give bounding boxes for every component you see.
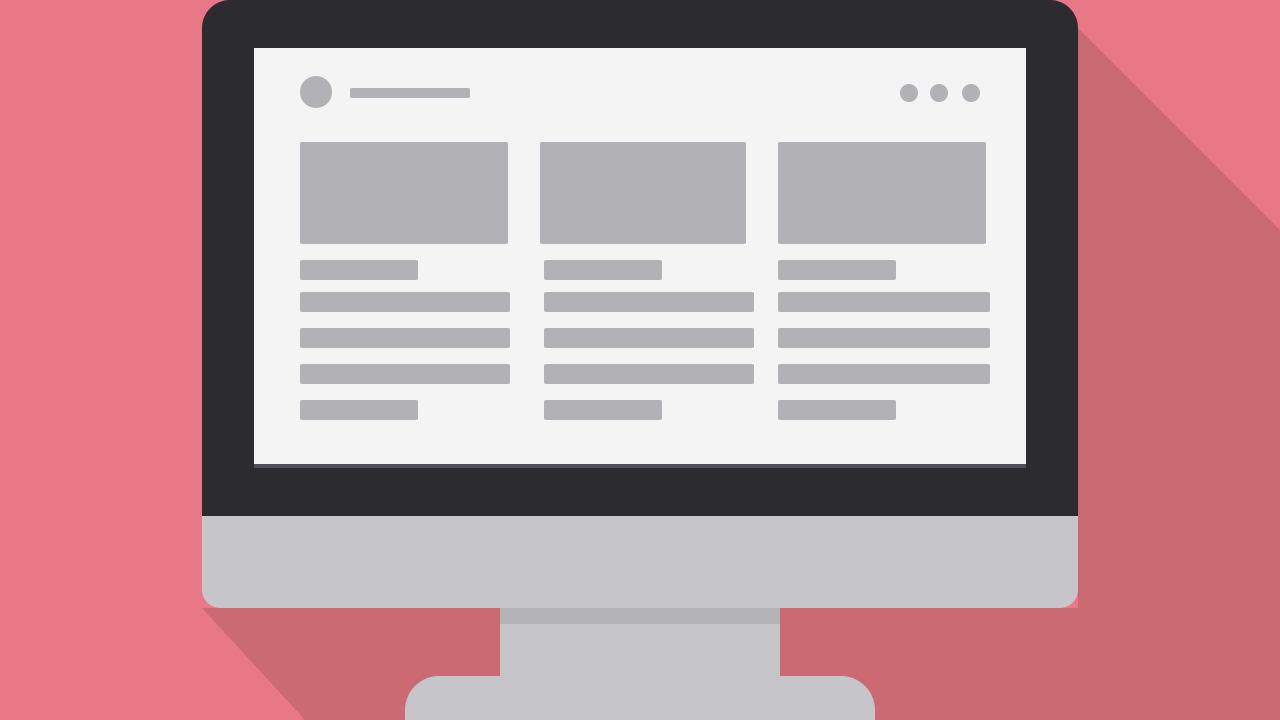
card-text-placeholder-short bbox=[778, 260, 896, 280]
screen-bottom-edge bbox=[254, 464, 1026, 468]
card-text-placeholder-line bbox=[778, 328, 990, 348]
card-text-placeholder-short bbox=[300, 260, 418, 280]
card-image-placeholder[interactable] bbox=[778, 142, 986, 244]
card-text-placeholder-short bbox=[778, 400, 896, 420]
card-text-placeholder-line bbox=[544, 364, 754, 384]
card-text-placeholder-short bbox=[544, 400, 662, 420]
card-text-placeholder-short bbox=[544, 260, 662, 280]
card-text-placeholder-line bbox=[544, 328, 754, 348]
avatar-placeholder-icon bbox=[300, 76, 332, 108]
menu-dot-icon[interactable] bbox=[962, 84, 980, 102]
menu-dot-icon[interactable] bbox=[900, 84, 918, 102]
card-image-placeholder[interactable] bbox=[300, 142, 508, 244]
card-text-placeholder-line bbox=[778, 292, 990, 312]
menu-dot-icon[interactable] bbox=[930, 84, 948, 102]
card-text-placeholder-line bbox=[544, 292, 754, 312]
monitor-chin bbox=[202, 516, 1078, 608]
monitor-stand-base bbox=[405, 676, 875, 720]
card-image-placeholder[interactable] bbox=[540, 142, 746, 244]
header-title-placeholder bbox=[350, 88, 470, 98]
monitor-stand-neck-shadow bbox=[500, 608, 780, 624]
card-text-placeholder-line bbox=[300, 328, 510, 348]
card-text-placeholder-line bbox=[778, 364, 990, 384]
card-text-placeholder-line bbox=[300, 364, 510, 384]
card-text-placeholder-short bbox=[300, 400, 418, 420]
scene bbox=[0, 0, 1280, 720]
card-text-placeholder-line bbox=[300, 292, 510, 312]
